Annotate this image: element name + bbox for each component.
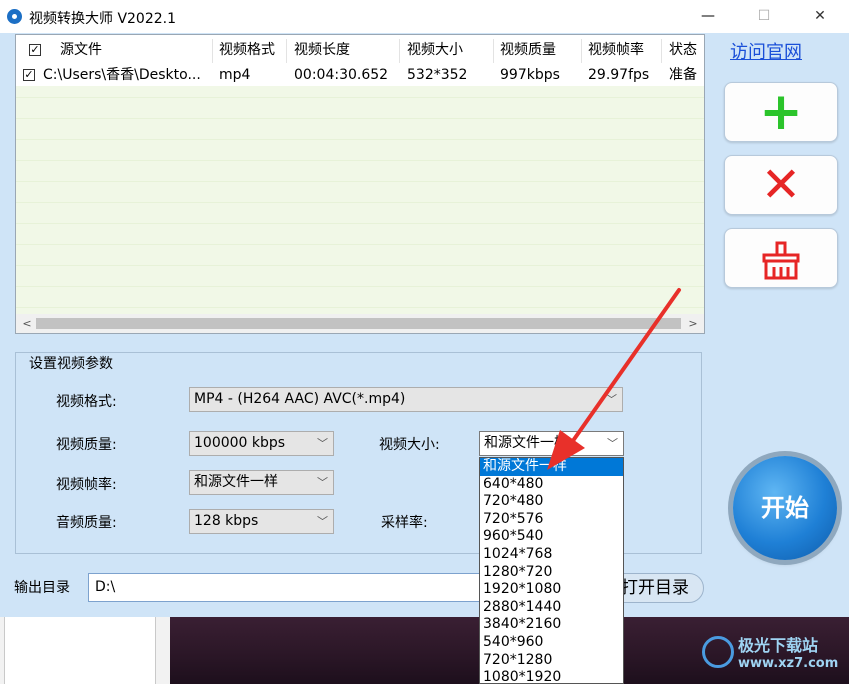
audio-label: 音频质量: xyxy=(56,515,117,531)
size-option[interactable]: 540*960 xyxy=(480,634,623,652)
row-length: 00:04:30.652 xyxy=(294,67,389,83)
size-option[interactable]: 640*480 xyxy=(480,476,623,494)
app-logo-icon xyxy=(7,9,22,24)
fps-value: 和源文件一样 xyxy=(194,474,278,490)
scrollbar-thumb[interactable] xyxy=(36,318,681,329)
format-value: MP4 - (H264 AAC) AVC(*.mp4) xyxy=(194,391,406,407)
chevron-down-icon: ﹀ xyxy=(607,437,618,450)
size-option[interactable]: 3840*2160 xyxy=(480,616,623,634)
minimize-button[interactable]: — xyxy=(680,0,736,33)
scroll-left-icon[interactable]: < xyxy=(18,315,36,332)
row-checkbox[interactable]: ✓ xyxy=(23,69,35,81)
chevron-down-icon: ﹀ xyxy=(317,476,328,489)
start-button[interactable]: 开始 xyxy=(733,456,837,560)
quality-select[interactable]: 100000 kbps ﹀ xyxy=(189,431,334,456)
size-option[interactable]: 720*480 xyxy=(480,493,623,511)
video-params-title: 设置视频参数 xyxy=(27,353,115,373)
column-length[interactable]: 视频长度 xyxy=(294,35,350,65)
chevron-down-icon: ﹀ xyxy=(606,393,617,406)
quality-label: 视频质量: xyxy=(56,437,117,453)
chevron-down-icon: ﹀ xyxy=(317,437,328,450)
format-select[interactable]: MP4 - (H264 AAC) AVC(*.mp4) ﹀ xyxy=(189,387,623,412)
file-list[interactable]: ✓ 源文件 视频格式 视频长度 视频大小 视频质量 视频帧率 状态 ✓ C:\U… xyxy=(15,34,705,334)
audio-select[interactable]: 128 kbps ﹀ xyxy=(189,509,334,534)
row-status: 准备 xyxy=(669,67,697,83)
row-source: C:\Users\香香\Deskto... xyxy=(43,67,201,83)
output-dir-value: D:\ xyxy=(95,579,116,595)
app-window: 视频转换大师 V2022.1 — ☐ ✕ ✓ 源文件 视频格式 视频长度 视频大… xyxy=(0,0,849,617)
column-size[interactable]: 视频大小 xyxy=(407,35,463,65)
column-format[interactable]: 视频格式 xyxy=(219,35,275,65)
site-watermark: 极光下载站 www.xz7.com xyxy=(700,630,845,678)
format-label: 视频格式: xyxy=(56,394,117,410)
add-file-button[interactable]: + xyxy=(724,82,838,142)
output-dir-label: 输出目录 xyxy=(14,580,70,596)
watermark-line2: www.xz7.com xyxy=(738,656,839,671)
size-select[interactable]: 和源文件一样 ﹀ xyxy=(479,431,624,456)
chevron-down-icon: ﹀ xyxy=(317,515,328,528)
row-quality: 997kbps xyxy=(500,67,560,83)
size-option[interactable]: 和源文件一样 xyxy=(480,458,623,476)
audio-value: 128 kbps xyxy=(194,513,259,529)
watermark-logo-icon xyxy=(702,636,734,668)
size-option[interactable]: 720*1280 xyxy=(480,652,623,670)
plus-icon: + xyxy=(759,82,803,142)
background-panel xyxy=(4,617,156,684)
size-option[interactable]: 720*576 xyxy=(480,511,623,529)
size-option[interactable]: 2880*1440 xyxy=(480,599,623,617)
watermark-line1: 极光下载站 xyxy=(738,636,819,655)
background-desktop xyxy=(0,617,170,684)
size-label: 视频大小: xyxy=(379,437,440,453)
fps-select[interactable]: 和源文件一样 ﹀ xyxy=(189,470,334,495)
visit-website-link[interactable]: 访问官网 xyxy=(730,38,802,64)
scroll-right-icon[interactable]: > xyxy=(684,315,702,332)
clear-list-button[interactable] xyxy=(724,228,838,288)
delete-file-button[interactable]: ✕ xyxy=(724,155,838,215)
size-option[interactable]: 1280*720 xyxy=(480,564,623,582)
output-dir-input[interactable]: D:\ xyxy=(88,573,488,602)
delete-icon: ✕ xyxy=(760,157,802,213)
column-status[interactable]: 状态 xyxy=(669,35,697,65)
row-format: mp4 xyxy=(219,67,251,83)
close-button[interactable]: ✕ xyxy=(792,0,848,33)
samplerate-label: 采样率: xyxy=(381,515,428,531)
quality-value: 100000 kbps xyxy=(194,435,286,451)
horizontal-scrollbar[interactable]: < > xyxy=(16,314,704,333)
table-row[interactable]: ✓ C:\Users\香香\Deskto... mp4 00:04:30.652… xyxy=(16,65,704,86)
size-option[interactable]: 1080*1920 xyxy=(480,669,623,683)
select-all-checkbox[interactable]: ✓ xyxy=(29,44,41,56)
size-option[interactable]: 1920*1080 xyxy=(480,581,623,599)
file-list-header: ✓ 源文件 视频格式 视频长度 视频大小 视频质量 视频帧率 状态 xyxy=(16,35,704,65)
open-folder-label: 打开目录 xyxy=(621,578,689,598)
column-source[interactable]: 源文件 xyxy=(60,35,102,65)
size-option[interactable]: 960*540 xyxy=(480,528,623,546)
size-value: 和源文件一样 xyxy=(484,435,568,451)
maximize-button[interactable]: ☐ xyxy=(736,0,792,33)
column-quality[interactable]: 视频质量 xyxy=(500,35,556,65)
row-size: 532*352 xyxy=(407,67,468,83)
size-dropdown-list[interactable]: 和源文件一样 640*480 720*480 720*576 960*540 1024*7… xyxy=(479,457,624,684)
column-fps[interactable]: 视频帧率 xyxy=(588,35,644,65)
row-fps: 29.97fps xyxy=(588,67,650,83)
size-option[interactable]: 1024*768 xyxy=(480,546,623,564)
broom-icon xyxy=(725,229,837,287)
window-title: 视频转换大师 V2022.1 xyxy=(29,11,177,27)
fps-label: 视频帧率: xyxy=(56,477,117,493)
title-bar: 视频转换大师 V2022.1 — ☐ ✕ xyxy=(0,0,849,33)
